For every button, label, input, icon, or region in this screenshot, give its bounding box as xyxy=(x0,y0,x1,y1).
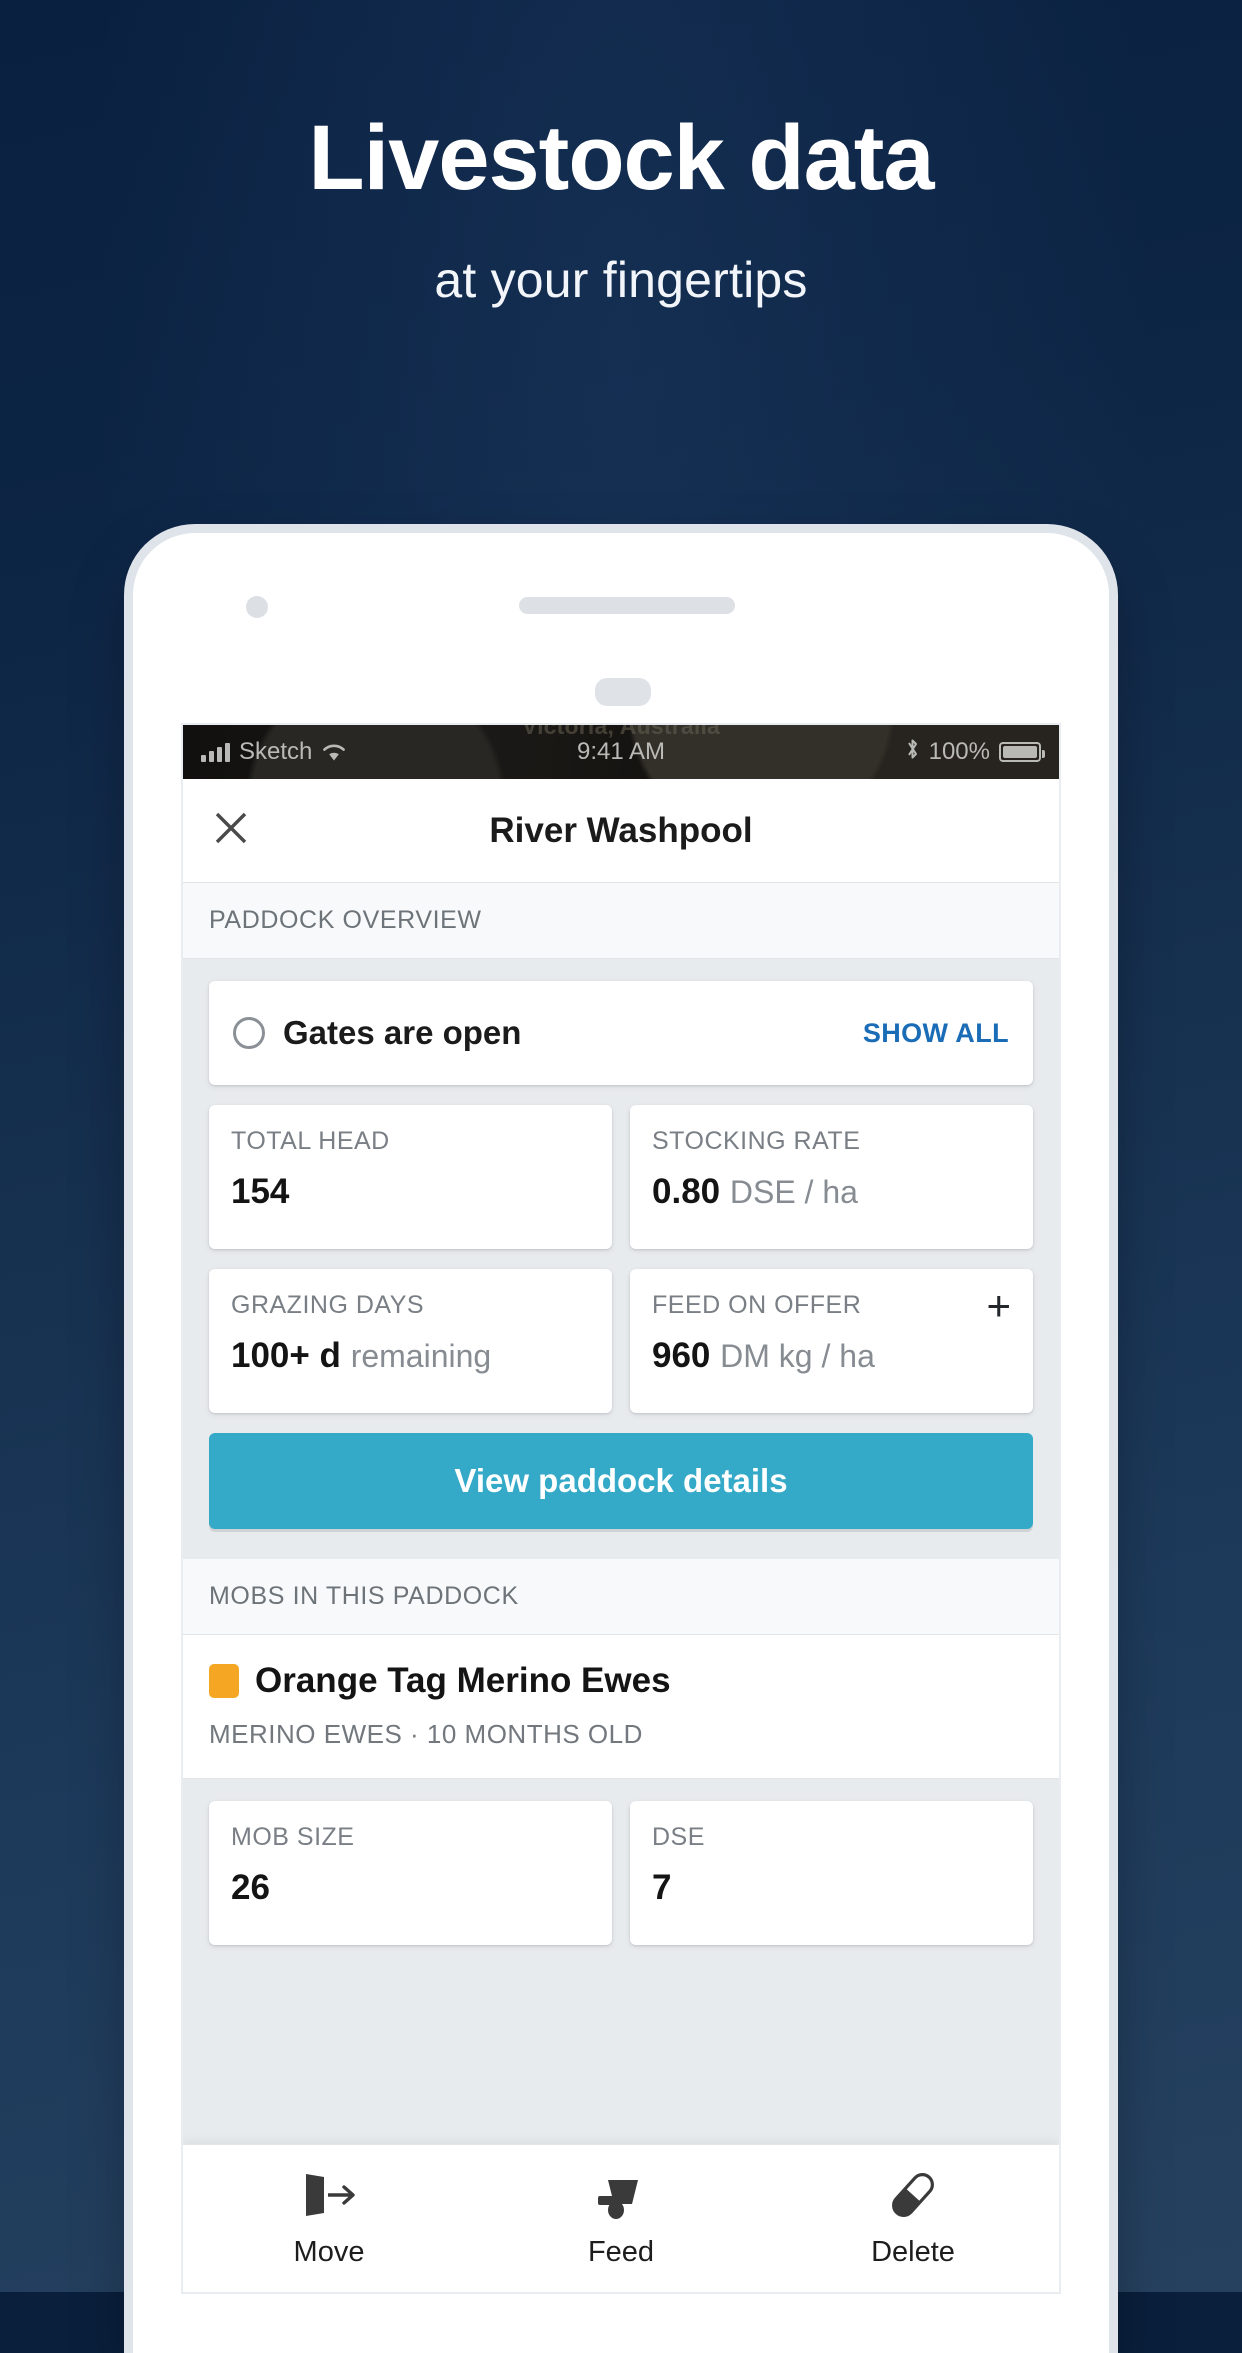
plus-icon[interactable]: + xyxy=(986,1285,1011,1327)
stat-card-total-head[interactable]: TOTAL HEAD 154 xyxy=(209,1105,612,1249)
stat-value: 0.80 DSE / ha xyxy=(652,1172,1011,1212)
nav-bar: River Washpool xyxy=(183,779,1059,883)
mob-stats-row: MOB SIZE 26 DSE 7 xyxy=(209,1801,1033,1945)
stat-value: 7 xyxy=(652,1868,672,1907)
bluetooth-icon xyxy=(905,737,920,768)
paddock-stats-row-1: TOTAL HEAD 154 STOCKING RATE 0.80 DSE / … xyxy=(209,1105,1033,1249)
stat-number: 960 xyxy=(652,1336,711,1375)
action-move[interactable]: Move xyxy=(183,2168,475,2269)
action-toolbar: Move Feed Delete xyxy=(183,2144,1059,2292)
stat-label: FEED ON OFFER xyxy=(652,1291,862,1319)
feed-trough-icon xyxy=(590,2168,652,2222)
stat-unit: DM kg / ha xyxy=(720,1338,875,1374)
stat-card-grazing-days[interactable]: GRAZING DAYS 100+ d remaining xyxy=(209,1269,612,1413)
stat-unit: remaining xyxy=(350,1338,492,1374)
mob-meta: MERINO EWES · 10 MONTHS OLD xyxy=(209,1719,643,1749)
status-bar: Victoria, Australia Sketch 9:41 AM 100% xyxy=(183,725,1059,779)
circle-outline-icon xyxy=(233,1017,265,1049)
paddock-stats-row-2: GRAZING DAYS 100+ d remaining FEED ON OF… xyxy=(209,1269,1033,1413)
gates-status-card[interactable]: Gates are open SHOW ALL xyxy=(209,981,1033,1085)
action-delete[interactable]: Delete xyxy=(767,2168,1059,2269)
stat-number: 100+ d xyxy=(231,1336,341,1375)
mob-list-item[interactable]: Orange Tag Merino Ewes MERINO EWES · 10 … xyxy=(183,1635,1059,1779)
front-camera-icon xyxy=(246,596,268,618)
stat-value: 100+ d remaining xyxy=(231,1336,590,1376)
stat-label: GRAZING DAYS xyxy=(231,1291,425,1319)
gates-status-label: Gates are open xyxy=(283,1014,522,1051)
stat-card-feed-on-offer[interactable]: FEED ON OFFER + 960 DM kg / ha xyxy=(630,1269,1033,1413)
stat-value: 26 xyxy=(231,1868,270,1907)
action-label: Feed xyxy=(587,2236,655,2268)
paddock-overview-panel: Gates are open SHOW ALL TOTAL HEAD 154 S… xyxy=(183,959,1059,1559)
stat-number: 0.80 xyxy=(652,1172,721,1211)
mob-color-swatch xyxy=(209,1664,239,1698)
proximity-sensor xyxy=(595,678,651,706)
earpiece-speaker xyxy=(519,597,735,614)
view-paddock-details-button[interactable]: View paddock details xyxy=(209,1433,1033,1529)
page-title: River Washpool xyxy=(489,810,753,850)
show-all-gates-button[interactable]: SHOW ALL xyxy=(863,1018,1009,1049)
hero-title: Livestock data xyxy=(308,107,934,209)
stat-value: 960 DM kg / ha xyxy=(652,1336,1011,1376)
battery-percent-label: 100% xyxy=(928,738,990,765)
stat-label: MOB SIZE xyxy=(231,1823,355,1851)
action-label: Move xyxy=(293,2236,365,2268)
stat-card-dse[interactable]: DSE 7 xyxy=(630,1801,1033,1945)
stat-value: 154 xyxy=(231,1172,590,1212)
action-label: Delete xyxy=(871,2236,955,2268)
close-icon xyxy=(212,809,250,852)
stat-card-mob-size[interactable]: MOB SIZE 26 xyxy=(209,1801,612,1945)
stat-label: STOCKING RATE xyxy=(652,1127,861,1155)
hero-subtitle: at your fingertips xyxy=(434,251,808,308)
stat-label: TOTAL HEAD xyxy=(231,1127,390,1155)
stat-card-stocking-rate[interactable]: STOCKING RATE 0.80 DSE / ha xyxy=(630,1105,1033,1249)
hero-copy: Livestock data at your fingertips xyxy=(0,110,1242,309)
app-screen: Victoria, Australia Sketch 9:41 AM 100% … xyxy=(183,725,1059,2292)
section-header-mobs: MOBS IN THIS PADDOCK xyxy=(183,1559,1059,1635)
action-feed[interactable]: Feed xyxy=(475,2168,767,2269)
stat-unit: DSE / ha xyxy=(729,1174,858,1210)
mob-name: Orange Tag Merino Ewes xyxy=(255,1661,671,1700)
section-header-paddock-overview: PADDOCK OVERVIEW xyxy=(183,883,1059,959)
move-gate-arrow-icon xyxy=(298,2168,360,2222)
stat-label: DSE xyxy=(652,1823,705,1851)
stat-number: 154 xyxy=(231,1172,290,1211)
close-button[interactable] xyxy=(183,809,279,852)
battery-full-icon xyxy=(999,742,1045,762)
pill-capsule-icon xyxy=(882,2168,944,2222)
